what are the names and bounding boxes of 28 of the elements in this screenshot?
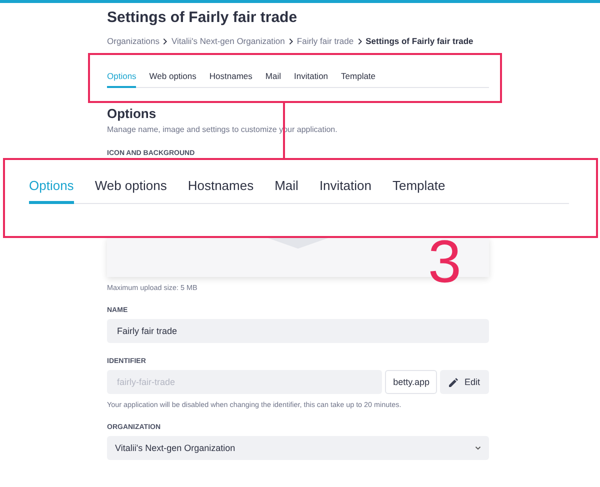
identifier-field[interactable]: fairly-fair-trade [107,370,382,394]
tab[interactable]: Mail [274,178,298,204]
domain-suffix: betty.app [385,370,438,394]
chevron-down-icon [475,446,481,450]
chevron-icon [358,38,362,45]
tab[interactable]: Invitation [294,71,328,88]
step-number: 3 [428,230,462,294]
tab[interactable]: Mail [265,71,281,88]
triangle-shape [266,237,330,249]
chevron-icon [163,38,168,45]
tab[interactable]: Template [341,71,376,88]
page-title: Settings of Fairly fair trade [107,9,298,27]
edit-button[interactable]: Edit [440,370,489,394]
tab[interactable]: Web options [94,178,167,204]
tab[interactable]: Web options [149,71,196,88]
tab[interactable]: Hostnames [188,178,254,204]
section-title: Options [107,106,158,122]
breadcrumb-link[interactable]: Vitalii's Next-gen Organization [171,36,285,47]
breadcrumb-current: Settings of Fairly fair trade [366,36,474,47]
tab[interactable]: Template [392,178,446,204]
organization-select[interactable]: Vitalii's Next-gen Organization [107,436,489,460]
breadcrumb-link[interactable]: Fairly fair trade [296,36,354,47]
chevron-icon [288,38,293,45]
tab[interactable]: Hostnames [209,71,252,88]
pencil-icon [449,378,458,386]
tab[interactable]: Invitation [319,178,372,204]
name-field[interactable]: Fairly fair trade [107,319,489,343]
breadcrumb-link[interactable]: Organizations [107,36,160,47]
